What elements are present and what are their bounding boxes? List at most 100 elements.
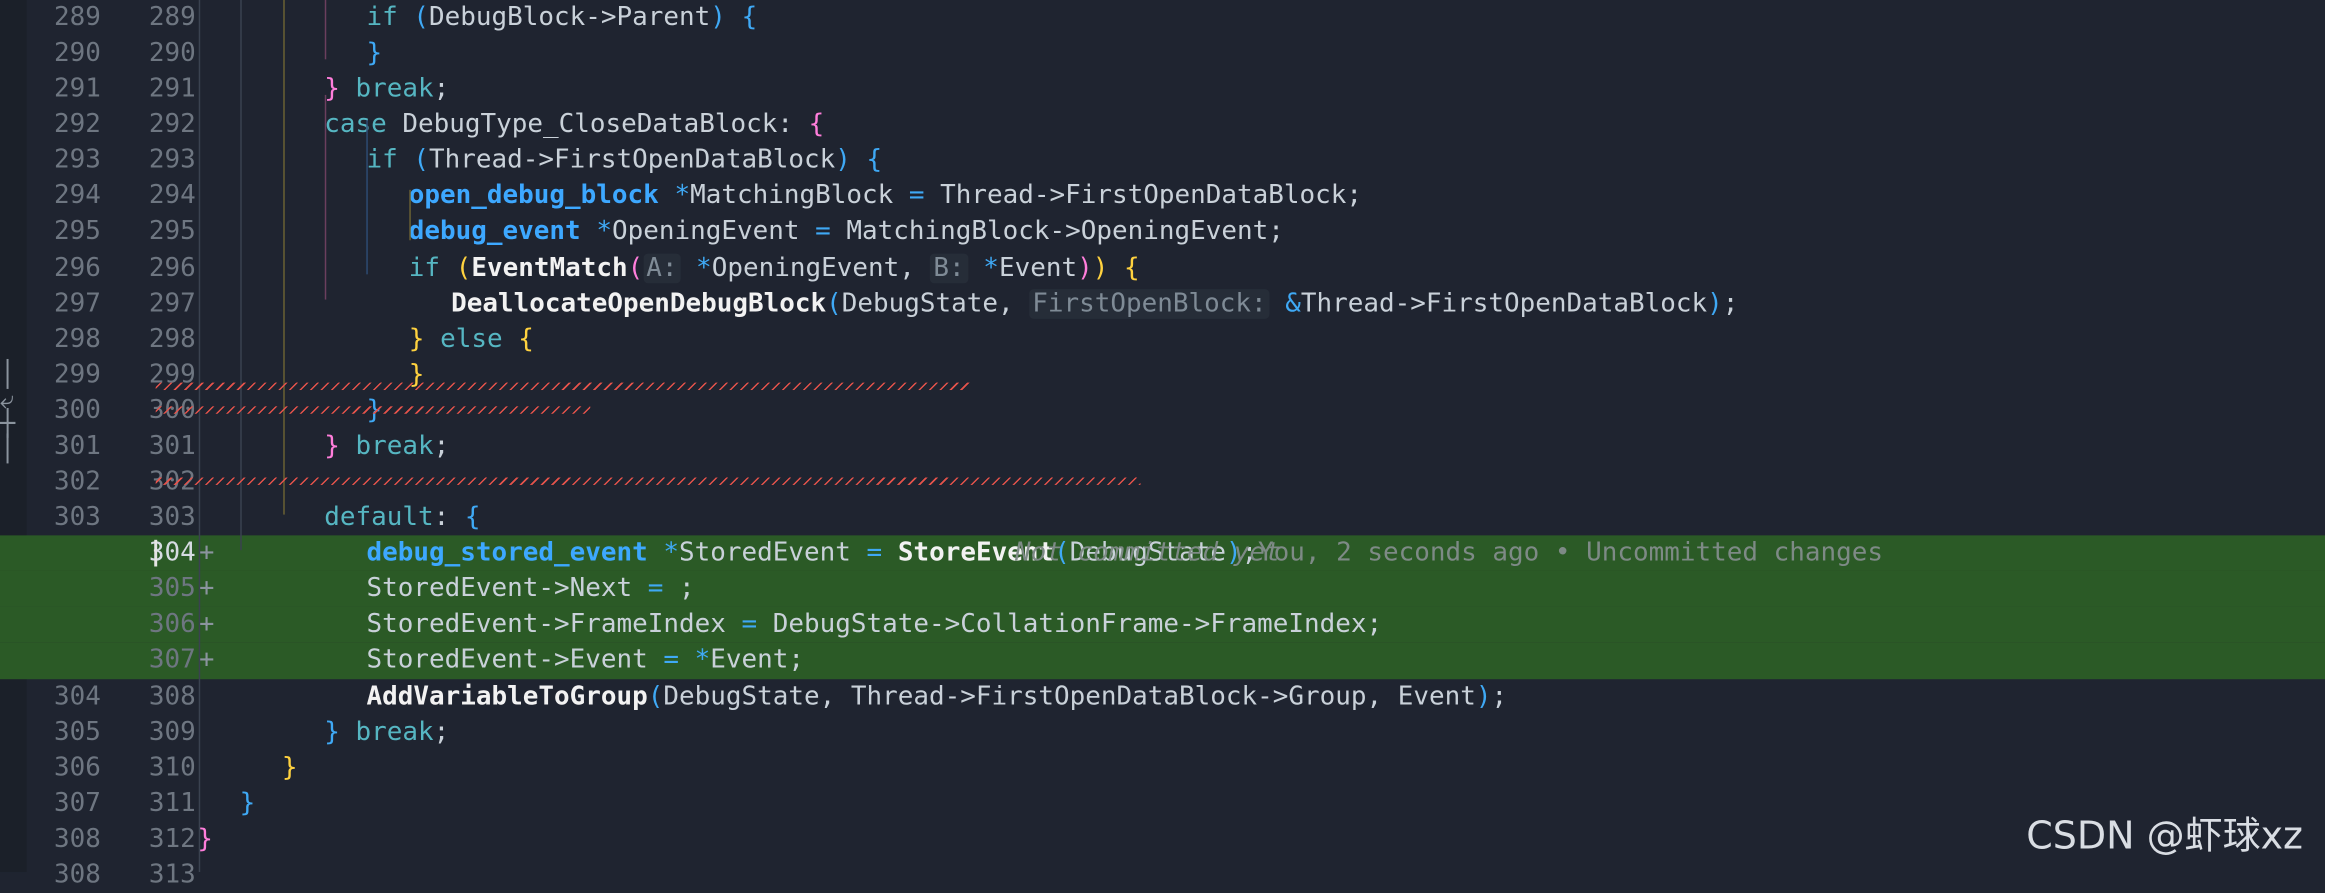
code-line[interactable]: 301 301} break; [0,429,2325,465]
old-line-number: 299 [53,360,101,390]
old-line-number: 305 [53,717,101,747]
indent-guide [239,0,242,550]
error-squiggle [154,477,1140,486]
code-line[interactable]: 294 294 open_debug_block *MatchingBlock = … [0,179,2325,215]
code-line[interactable]: 298 298} else { [0,321,2325,357]
code-token: StoredEvent->Event [366,645,664,676]
diff-added-icon: + [198,574,215,604]
code-token: StoredEvent->FrameIndex [366,610,742,640]
code-token: ) [835,145,851,176]
old-line-number: 307 [53,788,101,819]
code-token: ) [1707,288,1723,319]
code-token: open_debug_block [408,181,659,212]
new-line-number: 291 [148,74,196,105]
code-token: = [663,645,680,676]
code-line[interactable]: 305 309} break; [0,714,2325,750]
code-text: if (EventMatch(A: *OpeningEvent, B: *Eve… [409,250,1140,286]
code-line[interactable]: 293 293 if (Thread->FirstOpenDataBlock) { [0,143,2325,179]
code-text: } break; [324,714,449,750]
code-line[interactable]: 291 291} break; [0,71,2325,107]
git-blame-annotation: Not committed yet [1014,538,1281,569]
code-token: * [696,252,712,283]
code-token: * [674,181,691,212]
code-text: AddVariableToGroup(DebugState, Thread->F… [366,678,1507,714]
watermark: CSDN @虾球xz [2026,814,2304,859]
code-line[interactable]: 290 290} [0,36,2325,72]
code-token: Event; [710,645,805,676]
old-line-number: 298 [53,324,101,355]
code-line[interactable]: 297 297 DeallocateOpenDebugBlock(DebugStat… [0,286,2325,322]
old-line-number: 296 [53,252,101,283]
code-token: ; [433,717,450,747]
code-line[interactable]: 308 312} [0,821,2325,857]
new-line-number: 301 [148,431,196,462]
code-token: ( [413,145,430,176]
new-line-number: 290 [148,38,196,69]
code-token: -> [585,2,617,33]
old-line-number: 289 [53,2,101,33]
new-line-number: 293 [148,145,196,176]
code-token: ( [413,2,430,33]
old-line-number: 297 [53,288,101,319]
error-squiggle [154,405,590,414]
code-token: StoredEvent->Next [366,574,648,604]
code-token: ; [1491,681,1508,712]
new-line-number: 307 [148,645,196,676]
code-token: if [366,145,398,176]
old-line-number: 302 [53,467,101,497]
old-line-number: 292 [53,110,101,140]
code-token: break [355,717,434,747]
new-line-number: 305 [148,574,196,604]
indent-guide [409,189,412,240]
old-line-number: 300 [53,395,101,426]
code-token: ( [826,288,842,319]
new-line-number: 303 [148,502,196,533]
old-line-number: 308 [53,860,101,890]
code-text: StoredEvent->Event = *Event; [366,643,804,679]
added-code-line[interactable]: 306 + StoredEvent->FrameIndex = DebugState… [0,607,2325,643]
code-line[interactable]: 303 303 default: { [0,500,2325,536]
code-line[interactable]: 296 296 if (EventMatch(A: *OpeningEvent, B… [0,250,2325,286]
code-text: } else { [409,321,534,357]
code-line[interactable]: 295 295 debug_event *OpeningEvent = Matchi… [0,214,2325,250]
code-token: StoredEvent [679,538,867,569]
new-line-number: 289 [148,2,196,33]
code-text: StoredEvent->FrameIndex = DebugState->Co… [366,607,1382,643]
code-line[interactable]: 307 311} [0,786,2325,822]
code-token: * [694,645,711,676]
code-text: debug_event *OpeningEvent = MatchingBloc… [409,214,1284,250]
code-token: { [808,110,825,140]
code-text: default: { [324,500,480,536]
added-code-line[interactable]: 305 + StoredEvent->Next = ; [0,571,2325,608]
added-code-line[interactable]: 304 + debug_stored_event *StoredEvent = St… [0,535,2325,572]
code-text: StoredEvent->Next = ; [366,571,694,607]
code-token: { [741,2,758,33]
code-line[interactable]: 308 313 [0,857,2325,893]
code-line[interactable]: 292 292 case DebugType_CloseDataBlock: { [0,107,2325,143]
code-text: } break; [324,429,449,465]
code-token: MatchingBlock->OpeningEvent; [830,217,1284,247]
code-text: open_debug_block *MatchingBlock = Thread… [409,179,1362,215]
code-text: } break; [324,71,449,107]
code-editor[interactable]: │ ⤶ ┼ │ 289 289 if (DebugBlock->Parent) {2… [0,0,2325,890]
code-token: DebugState, [841,288,1030,319]
code-line[interactable]: 306 310} [0,750,2325,786]
code-token: Event [998,252,1078,283]
code-token: Thread->FirstOpenDataBlock [1300,288,1708,319]
code-text: } [197,821,213,857]
code-token: Thread->FirstOpenDataBlock; [924,181,1362,212]
code-line[interactable]: 304 308 AddVariableToGroup(DebugState, Thr… [0,678,2325,714]
code-token: ; [663,574,695,604]
code-line[interactable]: 289 289 if (DebugBlock->Parent) { [0,0,2325,36]
added-code-line[interactable]: 307 + StoredEvent->Event = *Event; [0,642,2325,679]
code-token: } [197,824,213,854]
code-token: ) [1092,252,1109,283]
